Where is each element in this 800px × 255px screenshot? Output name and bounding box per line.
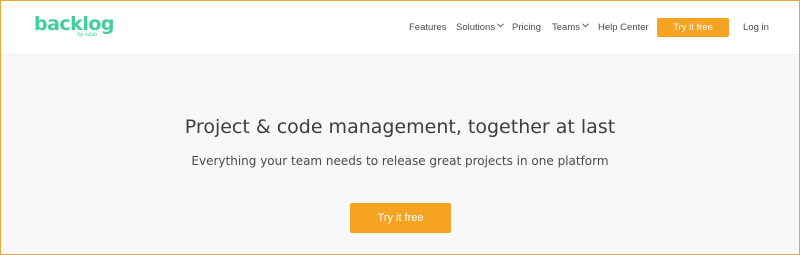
logo-wordmark: backlog (34, 13, 115, 35)
nav-link-label: Teams (552, 22, 580, 33)
nav-link-label: Solutions (456, 22, 496, 33)
nav-link-label: Features (409, 22, 447, 33)
hero-title: Project & code management, together at l… (184, 116, 616, 138)
top-navigation: backlog by nulab Features Solutions Pric… (1, 1, 799, 55)
nav-login-link[interactable]: Log in (743, 21, 769, 35)
nav-link-label: Pricing (512, 22, 542, 33)
nav-link-features[interactable]: Features (409, 21, 447, 35)
nav-link-solutions[interactable]: Solutions (456, 21, 504, 35)
nav-try-it-free-button[interactable]: Try it free (657, 18, 729, 37)
page-frame: backlog by nulab Features Solutions Pric… (1, 1, 799, 254)
nav-link-pricing[interactable]: Pricing (512, 21, 541, 35)
hero-subtitle: Everything your team needs to release gr… (191, 154, 609, 168)
hero-try-it-free-button[interactable]: Try it free (350, 203, 451, 233)
chevron-down-icon (497, 19, 504, 33)
chevron-down-icon (582, 19, 589, 33)
nav-link-teams[interactable]: Teams (552, 21, 589, 35)
logo-byline: by nulab (78, 32, 97, 38)
nav-link-help-center[interactable]: Help Center (598, 21, 649, 35)
nav-link-label: Help Center (598, 22, 649, 33)
backlog-logo[interactable]: backlog by nulab (34, 13, 115, 41)
